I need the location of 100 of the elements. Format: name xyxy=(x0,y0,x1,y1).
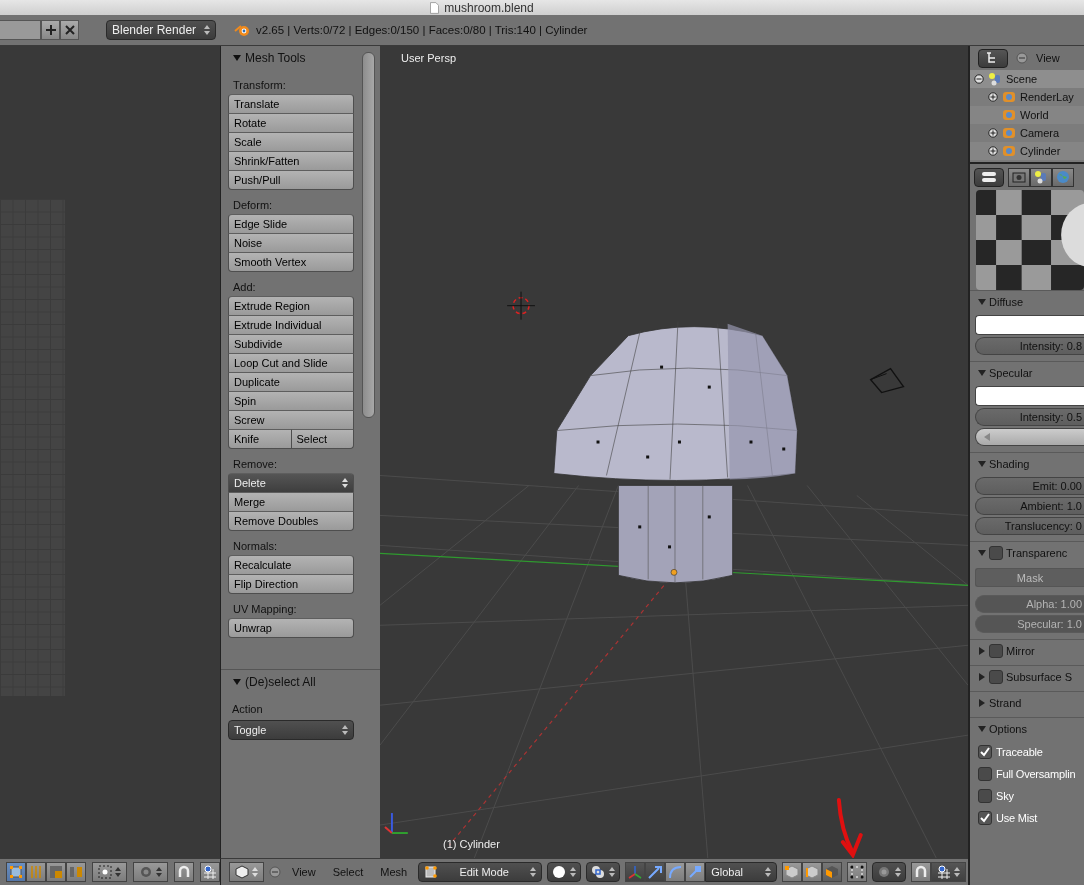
orientation-dropdown[interactable]: Global xyxy=(705,862,778,882)
edge-select-button[interactable] xyxy=(802,862,823,882)
tool-button[interactable]: Shrink/Fatten xyxy=(228,151,354,171)
tool-button[interactable]: Duplicate xyxy=(228,372,354,392)
panel-title[interactable]: Mirror xyxy=(1006,644,1035,657)
expand-toggle-icon[interactable] xyxy=(233,54,241,62)
tool-button[interactable]: Loop Cut and Slide xyxy=(228,353,354,373)
rotate-manipulator-button[interactable] xyxy=(665,862,686,882)
checkbox[interactable] xyxy=(989,643,1003,658)
tool-button[interactable]: Edge Slide xyxy=(228,214,354,234)
vertex-select-button[interactable] xyxy=(782,862,803,882)
expand-toggle-icon[interactable] xyxy=(978,646,986,655)
tool-button[interactable]: Translate xyxy=(228,94,354,114)
pivot-dropdown[interactable] xyxy=(586,862,621,882)
checkbox[interactable] xyxy=(978,745,992,759)
tool-button[interactable]: Smooth Vertex xyxy=(228,252,354,272)
tree-item[interactable]: Camera xyxy=(1020,127,1060,139)
checkbox[interactable] xyxy=(978,811,992,825)
panel-title[interactable]: Shading xyxy=(989,457,1030,470)
tool-button[interactable]: Flip Direction xyxy=(228,574,354,594)
face-select-button[interactable] xyxy=(822,862,843,882)
scale-manipulator-button[interactable] xyxy=(685,862,706,882)
tool-button[interactable]: Knife xyxy=(228,429,292,449)
editor-type-button[interactable] xyxy=(229,862,264,882)
menu-item[interactable]: View xyxy=(292,866,316,878)
panel-title[interactable]: Diffuse xyxy=(989,295,1024,308)
checkbox[interactable] xyxy=(989,545,1003,560)
render-tab[interactable] xyxy=(1008,167,1030,187)
shading-dropdown[interactable] xyxy=(547,862,582,882)
proportional-dropdown[interactable] xyxy=(133,862,168,882)
delete-dropdown[interactable]: Delete xyxy=(228,473,354,493)
tool-button[interactable]: Unwrap xyxy=(228,618,354,638)
magnet-button[interactable] xyxy=(911,862,932,882)
proportional-dropdown[interactable] xyxy=(872,862,907,882)
search-field[interactable] xyxy=(0,20,41,40)
panel-title[interactable]: Subsurface S xyxy=(1006,670,1073,683)
tree-item[interactable]: World xyxy=(1020,109,1049,121)
manipulator-button[interactable] xyxy=(625,862,646,882)
panel-title[interactable]: Strand xyxy=(989,696,1022,709)
checkbox[interactable] xyxy=(989,669,1003,684)
close-button[interactable] xyxy=(60,20,79,40)
editor-type-button[interactable] xyxy=(974,167,1004,187)
mode-dropdown[interactable]: Edit Mode xyxy=(418,862,543,882)
tool-button[interactable]: Scale xyxy=(228,132,354,152)
color-field[interactable] xyxy=(975,315,1084,335)
tool-button[interactable]: Extrude Individual xyxy=(228,315,354,335)
expand-toggle-icon[interactable] xyxy=(233,678,241,686)
scrollbar[interactable] xyxy=(362,52,375,418)
tool-button[interactable]: Recalculate xyxy=(228,555,354,575)
expand-toggle-icon[interactable] xyxy=(978,548,986,557)
sticky-mode-dropdown[interactable] xyxy=(92,862,127,882)
panel-title[interactable]: Specular xyxy=(989,366,1033,379)
limit-selection-button[interactable] xyxy=(847,862,868,882)
add-button[interactable] xyxy=(41,20,60,40)
panel-title[interactable]: Transparenc xyxy=(1006,546,1068,559)
panel-title[interactable]: Options xyxy=(989,722,1027,735)
expand-toggle-icon[interactable] xyxy=(978,459,986,468)
tool-button[interactable]: Push/Pull xyxy=(228,170,354,190)
island-select-button[interactable] xyxy=(66,862,86,882)
expand-toggle-icon[interactable] xyxy=(988,92,998,102)
world-tab[interactable] xyxy=(1052,167,1074,187)
slider-field[interactable] xyxy=(975,428,1084,446)
checkbox[interactable] xyxy=(978,767,992,781)
tool-button[interactable]: Extrude Region xyxy=(228,296,354,316)
menu-item[interactable]: Mesh xyxy=(380,866,408,878)
vertex-select-button[interactable] xyxy=(6,862,26,882)
expand-toggle-icon[interactable] xyxy=(988,146,998,156)
scene-tab[interactable] xyxy=(1030,167,1052,187)
translate-manipulator-button[interactable] xyxy=(645,862,666,882)
panel-title[interactable]: Mesh Tools xyxy=(245,51,306,65)
expand-toggle-icon[interactable] xyxy=(988,128,998,138)
magnet-button[interactable] xyxy=(174,862,194,882)
render-engine-dropdown[interactable]: Blender Render xyxy=(106,20,216,40)
view-menu[interactable]: View xyxy=(1036,52,1060,64)
tree-item[interactable]: RenderLay xyxy=(1020,91,1074,103)
expand-toggle-icon[interactable] xyxy=(978,698,986,707)
menu-item[interactable]: Select xyxy=(332,866,364,878)
edge-select-button[interactable] xyxy=(26,862,46,882)
checkbox[interactable] xyxy=(978,789,992,803)
tool-button[interactable]: Remove Doubles xyxy=(228,511,354,531)
action-dropdown[interactable]: Toggle xyxy=(228,720,354,740)
tool-button[interactable]: Screw xyxy=(228,410,354,430)
panel-title[interactable]: (De)select All xyxy=(245,675,316,689)
expand-toggle-icon[interactable] xyxy=(978,724,986,733)
tree-item[interactable]: Scene xyxy=(1006,73,1038,85)
tool-button[interactable]: Subdivide xyxy=(228,334,354,354)
color-field[interactable] xyxy=(975,386,1084,406)
tool-button[interactable]: Spin xyxy=(228,391,354,411)
tool-button[interactable]: Noise xyxy=(228,233,354,253)
editor-type-button[interactable] xyxy=(978,48,1008,68)
tool-button[interactable]: Select xyxy=(290,429,354,449)
expand-toggle-icon[interactable] xyxy=(978,368,986,377)
tool-button[interactable]: Rotate xyxy=(228,113,354,133)
face-select-button[interactable] xyxy=(46,862,66,882)
expand-toggle-icon[interactable] xyxy=(978,672,986,681)
tool-button[interactable]: Merge xyxy=(228,492,354,512)
snap-dropdown[interactable] xyxy=(931,862,967,882)
expand-toggle-icon[interactable] xyxy=(974,74,984,84)
snap-button[interactable] xyxy=(200,862,220,882)
expand-toggle-icon[interactable] xyxy=(978,297,986,306)
